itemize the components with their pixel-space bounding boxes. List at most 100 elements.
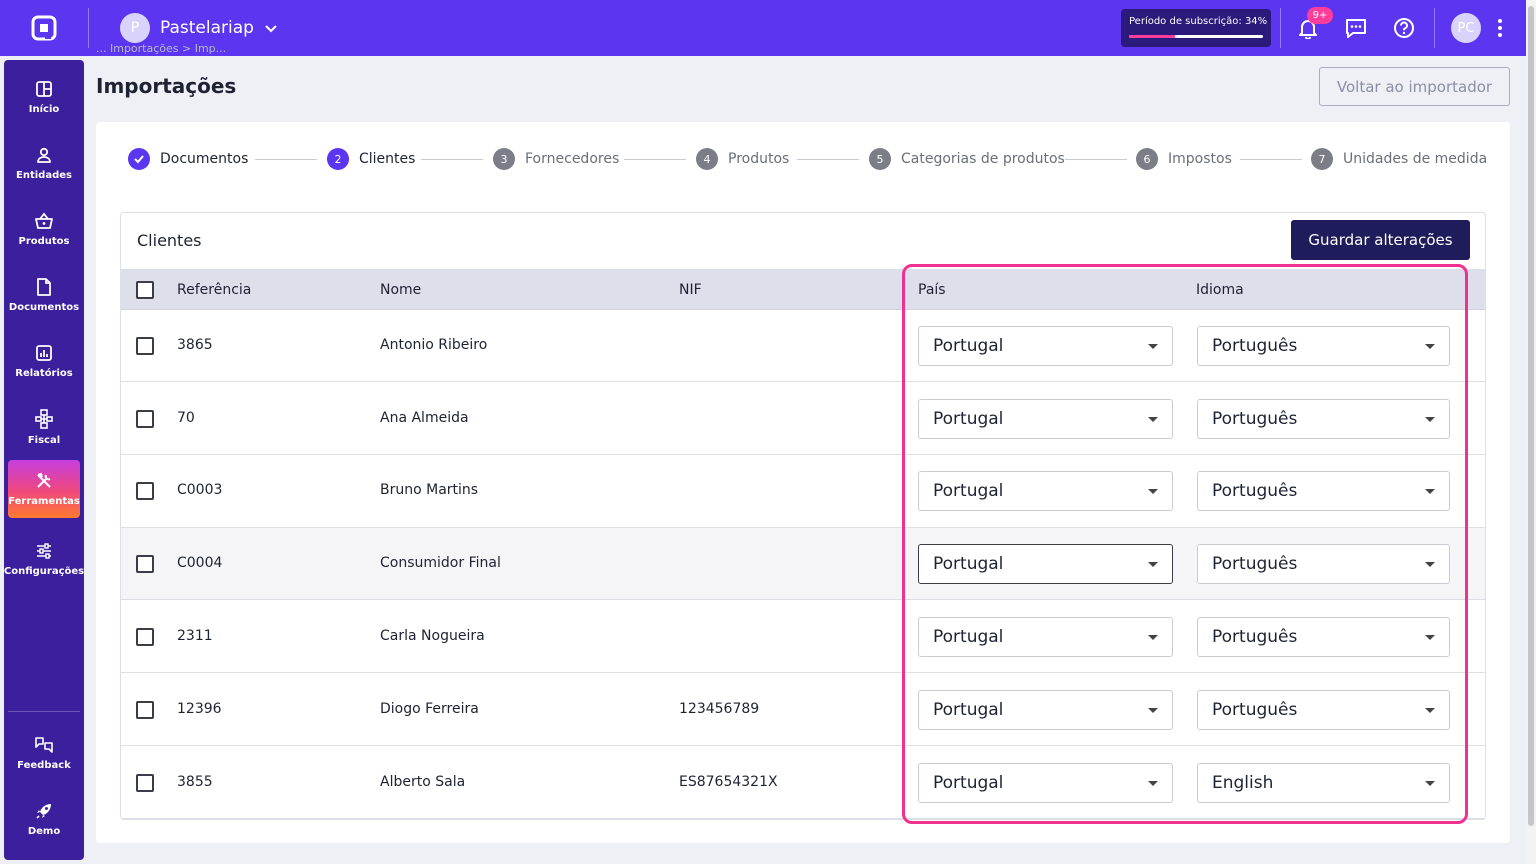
- scrollbar-thumb[interactable]: [1528, 6, 1534, 826]
- language-select[interactable]: English: [1197, 763, 1450, 803]
- step-label: Produtos: [728, 151, 790, 167]
- step-fornecedores[interactable]: 3 Fornecedores: [493, 148, 619, 170]
- cell-reference: 2311: [177, 628, 213, 644]
- help-icon[interactable]: [1390, 14, 1418, 42]
- document-icon: [36, 277, 52, 296]
- country-select[interactable]: Portugal: [918, 763, 1173, 803]
- dashboard-icon: [35, 80, 53, 98]
- row-checkbox[interactable]: [136, 701, 154, 719]
- select-all-checkbox[interactable]: [136, 281, 154, 299]
- breadcrumb[interactable]: ... Importações > Imp...: [96, 42, 226, 55]
- messages-icon[interactable]: [1342, 14, 1370, 42]
- column-header-idioma[interactable]: Idioma: [1196, 282, 1244, 298]
- step-number: 5: [869, 148, 891, 170]
- step-produtos[interactable]: 4 Produtos: [696, 148, 789, 170]
- country-select[interactable]: Portugal: [918, 399, 1173, 439]
- sidebar-item-configuracoes[interactable]: Configurações: [4, 530, 84, 588]
- step-categorias[interactable]: 5 Categorias de produtos: [869, 148, 1065, 170]
- notifications-badge: 9+: [1307, 7, 1333, 24]
- cell-name: Diogo Ferreira: [380, 701, 479, 717]
- step-number: 6: [1136, 148, 1158, 170]
- company-selector[interactable]: P Pastelariap: [120, 12, 278, 44]
- row-checkbox[interactable]: [136, 555, 154, 573]
- caret-down-icon: [1148, 417, 1158, 422]
- page-title: Importações: [96, 74, 237, 98]
- row-checkbox[interactable]: [136, 482, 154, 500]
- language-select[interactable]: Português: [1197, 544, 1450, 584]
- back-to-importer-button[interactable]: Voltar ao importador: [1319, 67, 1510, 106]
- check-icon: [128, 148, 150, 170]
- language-select[interactable]: Português: [1197, 399, 1450, 439]
- country-select[interactable]: Portugal: [918, 326, 1173, 366]
- country-select-value: Portugal: [933, 554, 1004, 574]
- table-header: [121, 269, 1485, 310]
- language-select[interactable]: Português: [1197, 690, 1450, 730]
- language-select-value: Português: [1212, 554, 1298, 574]
- country-select[interactable]: Portugal: [918, 617, 1173, 657]
- language-select-value: Português: [1212, 481, 1298, 501]
- subscription-bar: [1129, 35, 1263, 38]
- top-bar: P Pastelariap Período de subscrição: 34%…: [0, 0, 1536, 56]
- step-connector: [624, 159, 686, 160]
- page-scrollbar[interactable]: [1526, 0, 1536, 864]
- row-checkbox[interactable]: [136, 337, 154, 355]
- column-header-nome[interactable]: Nome: [380, 282, 421, 298]
- sidebar-item-ferramentas[interactable]: Ferramentas: [8, 460, 80, 518]
- language-select[interactable]: Português: [1197, 326, 1450, 366]
- cell-nif: 123456789: [679, 701, 760, 717]
- sliders-icon: [35, 542, 53, 560]
- cell-name: Bruno Martins: [380, 482, 479, 498]
- save-changes-button[interactable]: Guardar alterações: [1291, 220, 1470, 260]
- sidebar-item-relatorios[interactable]: Relatórios: [8, 332, 80, 390]
- subscription-progress[interactable]: Período de subscrição: 34%: [1121, 9, 1271, 47]
- sidebar-item-documentos[interactable]: Documentos: [8, 266, 80, 324]
- caret-down-icon: [1148, 781, 1158, 786]
- step-label: Categorias de produtos: [901, 151, 1065, 167]
- column-header-pais[interactable]: País: [918, 282, 946, 298]
- row-checkbox[interactable]: [136, 410, 154, 428]
- sidebar-item-feedback[interactable]: Feedback: [8, 724, 80, 782]
- cell-name: Antonio Ribeiro: [380, 337, 488, 353]
- caret-down-icon: [1148, 708, 1158, 713]
- chevron-down-icon: [264, 21, 278, 35]
- step-connector: [1065, 159, 1127, 160]
- language-select-value: English: [1212, 773, 1274, 793]
- caret-down-icon: [1425, 417, 1435, 422]
- cell-name: Ana Almeida: [380, 410, 469, 426]
- sidebar-item-produtos[interactable]: Produtos: [8, 200, 80, 258]
- column-header-nif[interactable]: NIF: [679, 282, 702, 298]
- cell-reference: 70: [177, 410, 195, 426]
- step-unidades[interactable]: 7 Unidades de medida: [1311, 148, 1487, 170]
- user-avatar[interactable]: PC: [1451, 13, 1481, 43]
- language-select[interactable]: Português: [1197, 471, 1450, 511]
- sidebar-divider: [8, 711, 80, 712]
- step-documentos[interactable]: Documentos: [128, 148, 248, 170]
- step-label: Impostos: [1168, 151, 1232, 167]
- row-checkbox[interactable]: [136, 774, 154, 792]
- tools-icon: [35, 472, 53, 490]
- sidebar-item-fiscal[interactable]: Fiscal: [8, 398, 80, 456]
- cell-reference: 3865: [177, 337, 213, 353]
- sidebar: Início Entidades Produtos Documentos Rel…: [4, 60, 84, 860]
- more-options-icon[interactable]: [1492, 14, 1508, 42]
- step-number: 3: [493, 148, 515, 170]
- company-avatar: P: [120, 13, 150, 43]
- caret-down-icon: [1425, 344, 1435, 349]
- sidebar-item-demo[interactable]: Demo: [8, 790, 80, 848]
- country-select-value: Portugal: [933, 336, 1004, 356]
- language-select[interactable]: Português: [1197, 617, 1450, 657]
- step-clientes[interactable]: 2 Clientes: [327, 148, 415, 170]
- step-connector: [421, 159, 483, 160]
- app-logo-icon[interactable]: [28, 12, 60, 44]
- cell-name: Carla Nogueira: [380, 628, 485, 644]
- row-checkbox[interactable]: [136, 628, 154, 646]
- country-select[interactable]: Portugal: [918, 544, 1173, 584]
- country-select[interactable]: Portugal: [918, 471, 1173, 511]
- sidebar-item-inicio[interactable]: Início: [8, 68, 80, 126]
- feedback-icon: [34, 736, 54, 754]
- cell-name: Consumidor Final: [380, 555, 501, 571]
- country-select[interactable]: Portugal: [918, 690, 1173, 730]
- column-header-referencia[interactable]: Referência: [177, 282, 251, 298]
- sidebar-item-entidades[interactable]: Entidades: [8, 134, 80, 192]
- step-impostos[interactable]: 6 Impostos: [1136, 148, 1232, 170]
